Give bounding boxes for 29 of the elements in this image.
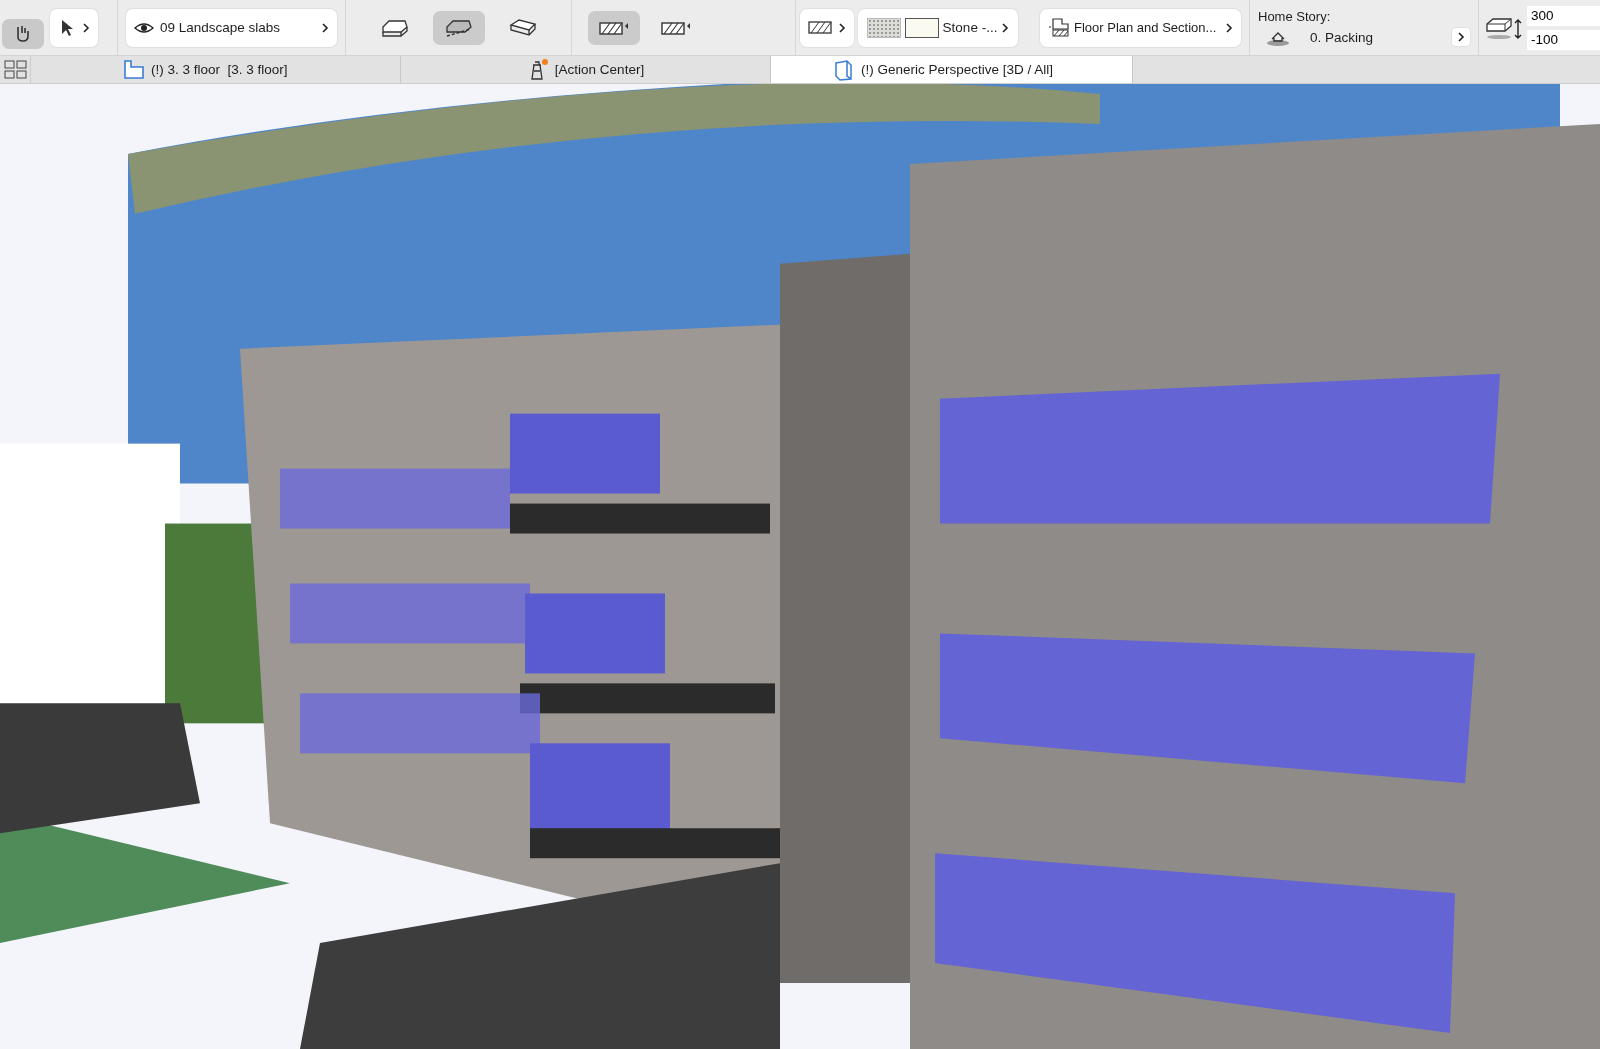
color-swatch — [904, 17, 939, 38]
home-story-label: Home Story: — [1258, 9, 1332, 24]
material-dropdown[interactable]: Stone -... — [858, 8, 1018, 47]
stone-swatch — [866, 17, 901, 38]
chevron-icon — [321, 21, 329, 34]
chevron-icon — [1225, 21, 1233, 34]
eye-icon — [134, 20, 154, 35]
story-menu-button[interactable] — [1452, 28, 1470, 46]
view-tab[interactable]: (!) 3. 3 floor [3. 3 floor] — [31, 56, 401, 83]
chevron-icon — [82, 21, 90, 34]
fill-mode-button[interactable] — [588, 10, 640, 45]
chevron-icon — [1001, 21, 1010, 34]
chevron-icon — [1457, 31, 1465, 43]
pointer-tool-button[interactable] — [50, 8, 98, 47]
geometry-method-button[interactable] — [432, 10, 485, 45]
layer-dropdown[interactable]: 09 Landscape slabs — [126, 8, 337, 47]
cut-fill-button[interactable] — [800, 8, 854, 47]
chevron-icon — [838, 21, 846, 34]
top-offset-field[interactable]: 300 — [1527, 5, 1600, 26]
box-icon — [833, 58, 855, 81]
floor-plan-dropdown[interactable]: Floor Plan and Section... — [1040, 8, 1241, 47]
hatch-icon — [808, 20, 832, 35]
view-tab[interactable]: (!) Generic Perspective [3D / All] — [771, 56, 1133, 83]
slab-thickness-icon — [1485, 15, 1523, 40]
floor-plan-icon — [123, 58, 145, 81]
bottom-offset-field[interactable]: -100 — [1527, 29, 1600, 50]
home-story-value: 0. Packing — [1309, 29, 1375, 45]
alert-dot — [541, 58, 548, 65]
floor-plan-icon — [1048, 17, 1070, 38]
